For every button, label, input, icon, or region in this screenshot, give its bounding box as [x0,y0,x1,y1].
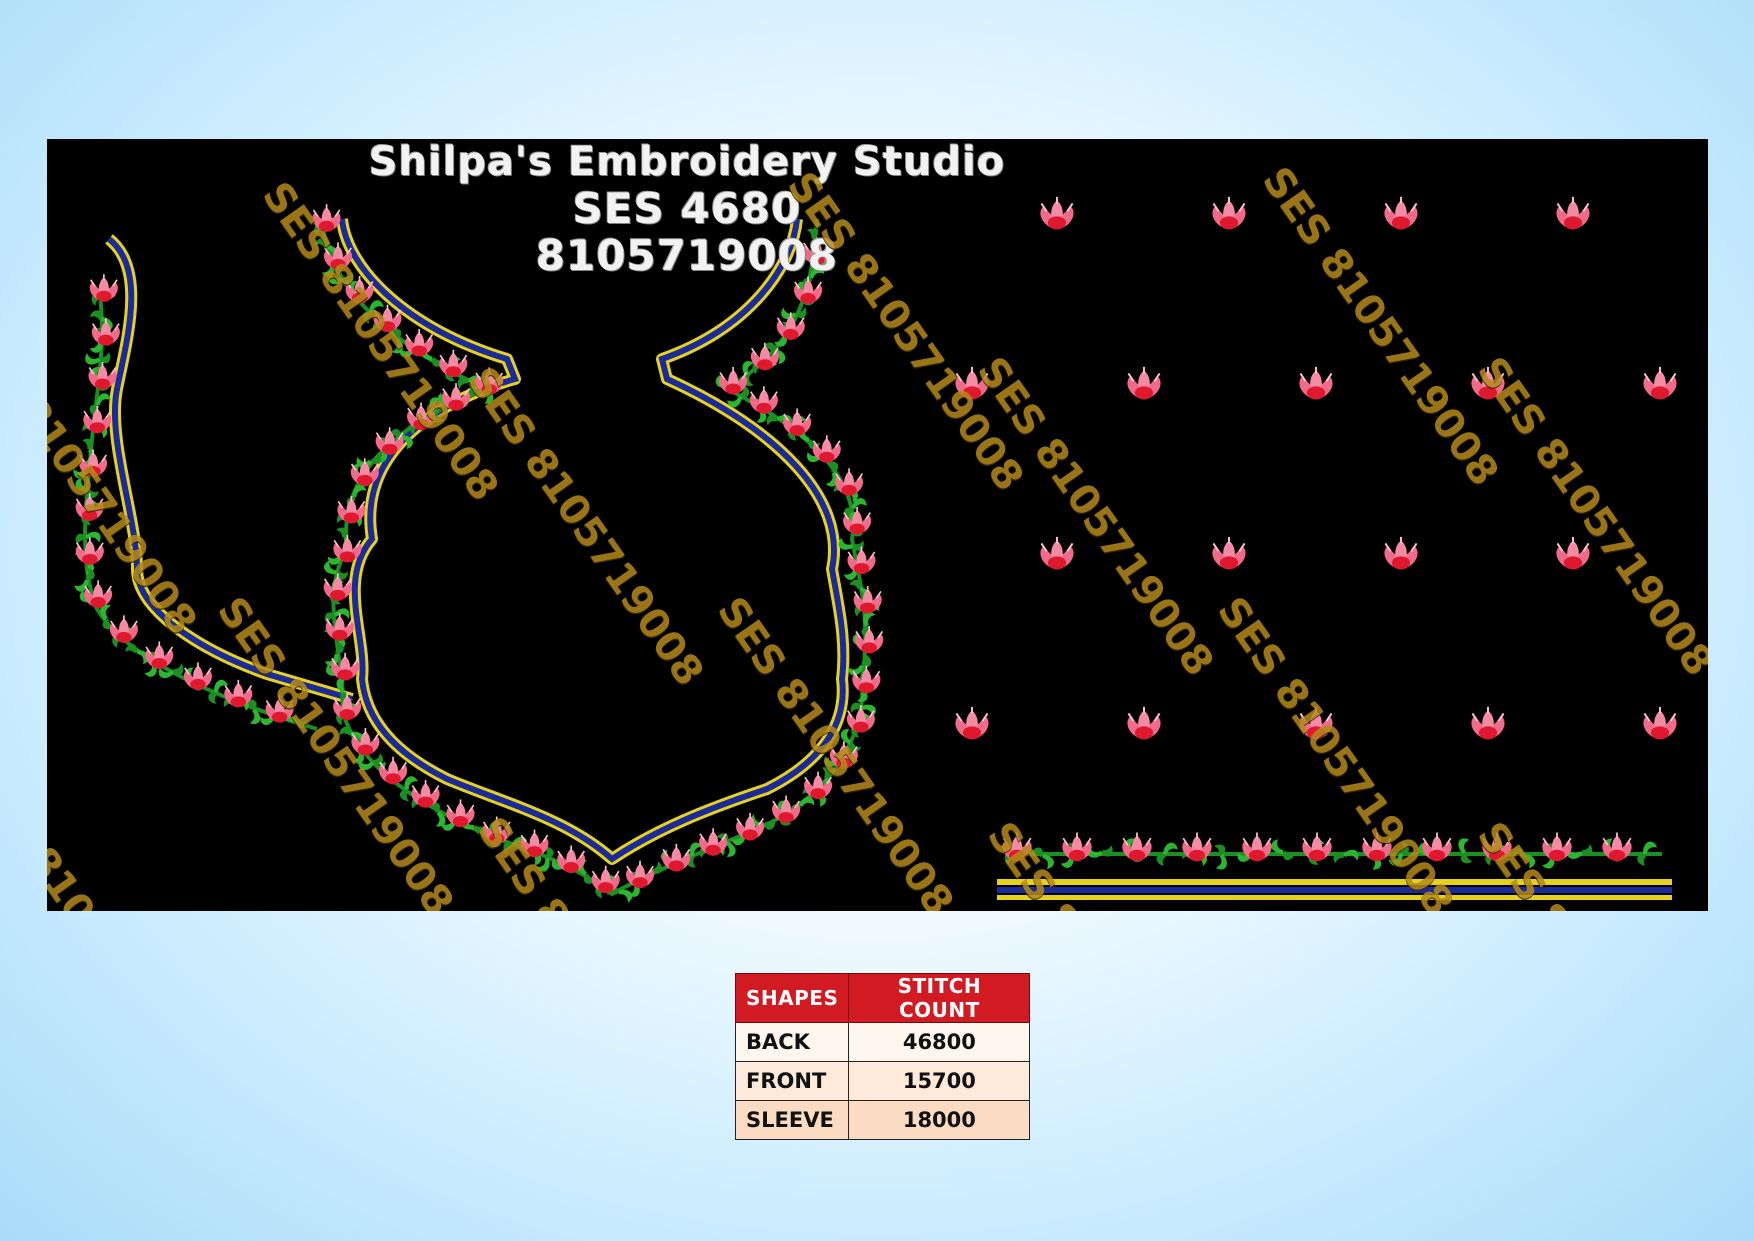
table-row: BACK 46800 [734,1022,1031,1062]
butti-flower [954,705,990,741]
butti-flower [1642,705,1678,741]
flower-motif [1301,831,1333,863]
flower-motif [90,317,121,347]
table-row: FRONT 15700 [734,1061,1031,1101]
butti-flower [1039,535,1075,571]
butti-flower [1126,705,1162,741]
flower-motif [144,640,175,670]
flower-motif [1061,831,1093,863]
count-cell: 46800 [848,1022,1031,1062]
shapes-header: SHAPES [734,973,850,1023]
phone-number: 8105719008 [535,231,839,280]
shape-cell: BACK [734,1022,850,1062]
count-cell: 18000 [848,1100,1031,1140]
flower-motif [322,572,353,602]
flower-motif [183,661,213,691]
leaf-motif [1331,844,1361,870]
butti-flower [1211,535,1247,571]
table-row: SLEEVE 18000 [734,1100,1031,1140]
flower-motif [782,407,812,437]
count-cell: 15700 [848,1061,1031,1101]
design-canvas: Shilpa's Embroidery Studio SES 4680 8105… [47,139,1708,911]
butti-flower [1126,365,1162,401]
butti-flower [1211,195,1247,231]
stitch-count-header: STITCH COUNT [848,973,1031,1023]
butti-flower [1642,365,1678,401]
flower-motif [1601,831,1633,863]
flower-motif [1541,831,1573,863]
flower-motif [854,625,885,655]
leaf-motif [1269,835,1297,865]
flower-motif [438,348,469,379]
table-header-row: SHAPES STITCH COUNT [734,973,1031,1023]
butti-flower [1383,195,1419,231]
flower-motif [1121,831,1153,863]
stitch-count-table: SHAPES STITCH COUNT BACK 46800 FRONT 157… [734,973,1031,1140]
butti-flower [1383,535,1419,571]
shape-cell: FRONT [734,1061,850,1101]
flower-motif [793,275,823,305]
butti-flower [1470,705,1506,741]
butti-flower [1039,195,1075,231]
flower-motif [846,545,877,575]
design-code: SES 4680 [572,184,802,233]
flower-motif [378,755,408,786]
flower-motif [718,366,749,396]
shape-cell: SLEEVE [734,1100,850,1140]
flower-motif [1181,831,1213,863]
flower-motif [749,385,779,415]
flower-motif [834,467,864,497]
flower-motif [82,404,113,435]
butti-flower [1555,195,1591,231]
butti-flower [1298,365,1334,401]
studio-name: Shilpa's Embroidery Studio [368,139,1006,185]
